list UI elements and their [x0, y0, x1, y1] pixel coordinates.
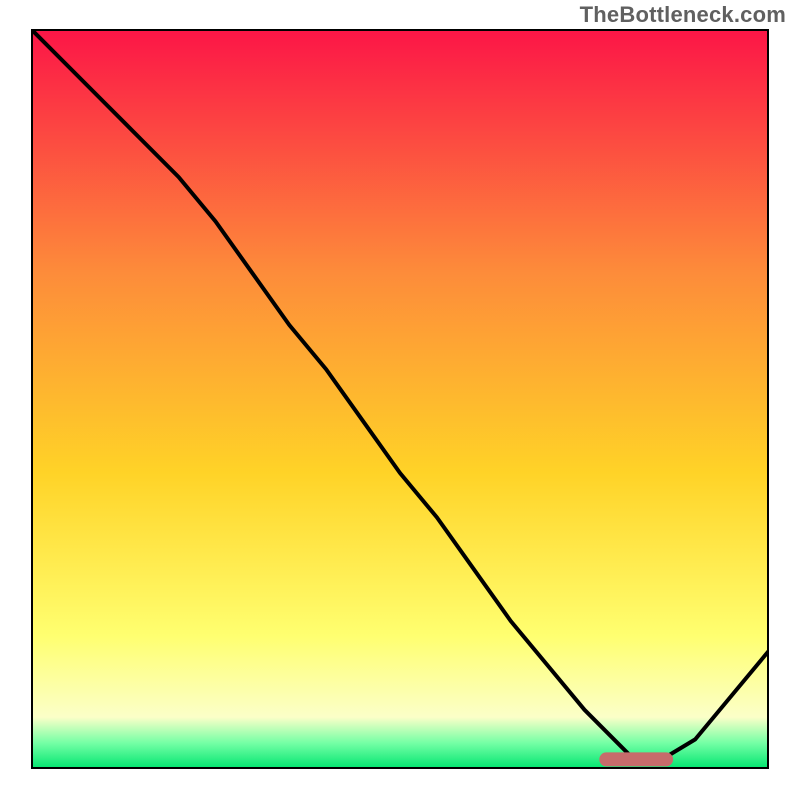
attribution-text: TheBottleneck.com [580, 2, 786, 28]
plot-svg [31, 29, 769, 769]
optimal-range-marker [599, 752, 673, 766]
chart-container: TheBottleneck.com [0, 0, 800, 800]
plot-area [31, 29, 769, 769]
